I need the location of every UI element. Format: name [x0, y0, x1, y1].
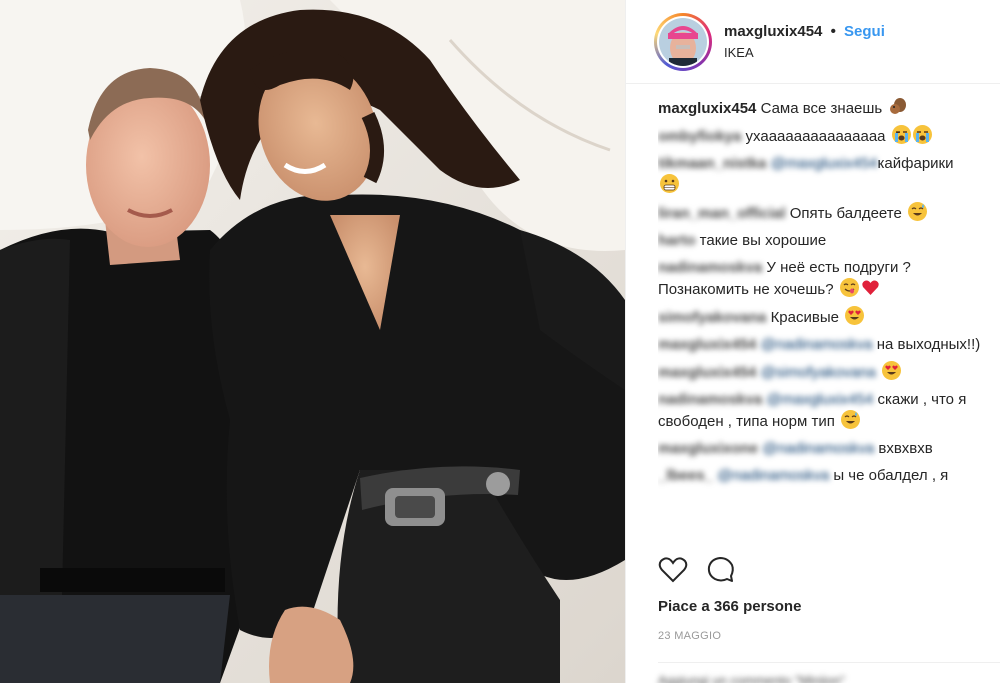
comment-mention[interactable]: @nadinamoskva [717, 467, 829, 484]
avatar-image [659, 17, 707, 66]
comment-username[interactable]: tikmaan_nistka [658, 155, 766, 172]
comment-item: maxgluxix454 @nadinamoskva на выходных!!… [658, 334, 993, 355]
comment-username[interactable]: nadinamoskva [658, 259, 762, 276]
comment-item: _lbees_ @nadinamoskva ы че обалдел , я [658, 465, 993, 486]
comment-item: maxgluxixone @nadinamoskva вхвхвхв [658, 438, 993, 459]
comment-item: liran_man_official Опять балдеете [658, 202, 993, 224]
comment-mention[interactable]: @maxgluxix454 [766, 391, 873, 408]
username-link[interactable]: maxgluxix454 [724, 23, 822, 40]
comment-mention[interactable]: @nadinamoskva [761, 336, 873, 353]
comment-username[interactable]: nadinamoskva [658, 391, 762, 408]
comment-item: tikmaan_nistka @maxgluxix454кайфарики [658, 153, 993, 196]
heart-eyes-emoji [882, 361, 902, 380]
post-image [0, 0, 625, 683]
crying-emoji [891, 125, 911, 144]
add-comment-area[interactable]: Aggiungi un commento "Miniion" [658, 662, 1000, 683]
comment-username[interactable]: liran_man_official [658, 205, 786, 222]
comment-username[interactable]: maxgluxix454 [658, 100, 756, 117]
separator-dot: • [830, 23, 836, 40]
story-ring[interactable] [654, 12, 712, 71]
comment-text: кайфарики [877, 155, 954, 172]
post-actions [658, 555, 736, 589]
comment-username[interactable]: harto [658, 232, 696, 249]
comments-list[interactable]: maxgluxix454 Сама все знаешь ombyfiokya … [658, 97, 993, 542]
heart-icon[interactable] [658, 556, 688, 589]
comment-text: Красивые [770, 309, 839, 326]
post-side-panel: maxgluxix454 • Segui IKEA maxgluxix454 С… [625, 0, 1000, 683]
comment-username[interactable]: ombyfiokya [658, 128, 741, 145]
crying-emoji [912, 125, 932, 144]
avatar[interactable] [659, 17, 707, 66]
comment-username[interactable]: maxgluxix454 [658, 336, 756, 353]
add-comment-placeholder[interactable]: Aggiungi un commento "Miniion" [658, 673, 845, 683]
caption: maxgluxix454 Сама все знаешь [658, 97, 993, 119]
comment-text: на выходных!!) [876, 336, 981, 353]
comment-item: ombyfiokya ухааааааааааааааа [658, 125, 993, 147]
comment-username[interactable]: simofyakovana [658, 309, 766, 326]
post-header: maxgluxix454 • Segui IKEA [626, 0, 1000, 84]
location-link[interactable]: IKEA [724, 45, 885, 60]
comment-mention[interactable]: @simofyakovana [761, 364, 876, 381]
comment-text: вхвхвхв [878, 440, 933, 457]
comment-username[interactable]: maxgluxixone [658, 440, 758, 457]
sweat-smile-emoji [907, 202, 927, 221]
heart-eyes-emoji [845, 306, 865, 325]
comment-text: Опять балдеете [789, 205, 902, 222]
comment-text: ы че обалдел , я [833, 467, 949, 484]
comment-mention[interactable]: @maxgluxix454 [771, 155, 878, 172]
yum-emoji [839, 278, 859, 297]
sweat-smile-emoji [841, 410, 861, 429]
comment-mention[interactable]: @nadinamoskva [762, 440, 874, 457]
red-heart-emoji [861, 278, 880, 297]
squirrel-emoji [888, 97, 907, 116]
comment-username[interactable]: maxgluxix454 [658, 364, 756, 381]
post-photo[interactable] [0, 0, 625, 683]
comment-item: simofyakovana Красивые [658, 306, 993, 328]
grimace-emoji [660, 174, 679, 193]
comment-item: nadinamoskva У неё есть подруги ? Познак… [658, 257, 993, 300]
comment-icon[interactable] [706, 556, 736, 589]
comment-item: maxgluxix454 @simofyakovana [658, 361, 993, 383]
comment-text: Сама все знаешь [760, 100, 883, 117]
comment-text: такие вы хорошие [699, 232, 827, 249]
comment-item: nadinamoskva @maxgluxix454 скажи , что я… [658, 389, 993, 432]
comment-text: ухааааааааааааааа [745, 128, 886, 145]
follow-button[interactable]: Segui [844, 23, 885, 40]
comment-item: harto такие вы хорошие [658, 230, 993, 251]
post-date: 23 MAGGIO [658, 630, 722, 642]
comment-username[interactable]: _lbees_ [658, 467, 713, 484]
likes-count[interactable]: Piace a 366 persone [658, 598, 801, 615]
